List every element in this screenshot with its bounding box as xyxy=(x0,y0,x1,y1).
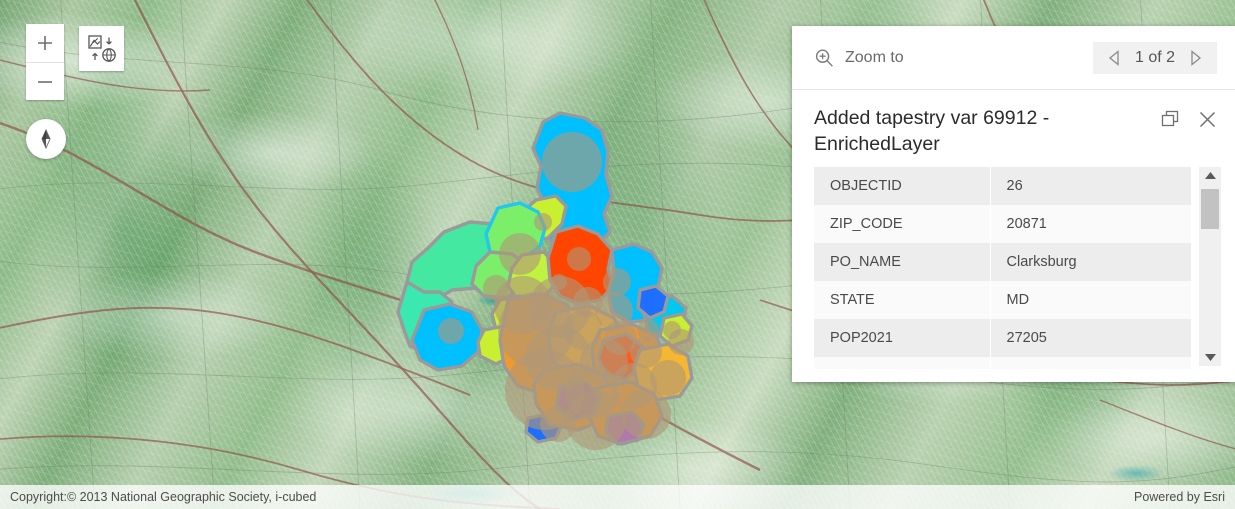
feature-popup: Zoom to 1 of 2 Added tapestry var 69912 … xyxy=(792,26,1235,382)
zoom-controls xyxy=(26,24,64,100)
triangle-up-icon xyxy=(1204,172,1216,180)
field-value: MD xyxy=(1006,292,1030,309)
field-value: 20871 xyxy=(1006,216,1047,233)
dock-popup-button[interactable] xyxy=(1161,110,1180,129)
map-viewer-app: Copyright:© 2013 National Geographic Soc… xyxy=(0,0,1235,509)
popup-title-actions xyxy=(1161,106,1217,129)
field-name: PO_NAME xyxy=(814,243,991,282)
dock-windows-icon xyxy=(1161,110,1179,127)
popup-title: Added tapestry var 69912 - EnrichedLayer xyxy=(814,107,1050,155)
proportional-circle xyxy=(542,132,602,192)
field-value: Clarksburg xyxy=(1006,254,1077,271)
field-name: OBJECTID xyxy=(814,167,991,206)
zoom-out-button[interactable] xyxy=(26,62,64,100)
field-name: STATE xyxy=(814,281,991,320)
next-feature-button[interactable] xyxy=(1188,49,1203,66)
scrollbar-track[interactable] xyxy=(1199,185,1221,348)
field-value: 26 xyxy=(1006,178,1023,195)
popup-nav-bar: Zoom to 1 of 2 xyxy=(792,26,1235,90)
triangle-left-icon xyxy=(1108,49,1119,66)
attribute-table-scrollbar[interactable] xyxy=(1199,167,1221,366)
previous-feature-button[interactable] xyxy=(1107,49,1122,66)
zoom-in-button[interactable] xyxy=(26,24,64,62)
proportional-circle xyxy=(567,247,591,271)
compass-button[interactable] xyxy=(26,119,66,159)
close-x-icon xyxy=(1199,111,1216,128)
zip-polygon xyxy=(636,284,670,320)
attribute-table: OBJECTID 26 ZIP_CODE 20871 PO_NAME Clark… xyxy=(814,167,1191,370)
table-row[interactable]: POP2021 27205 xyxy=(814,319,1191,358)
proportional-circle xyxy=(438,318,464,344)
table-row[interactable]: STATE MD xyxy=(814,281,1191,320)
table-row[interactable]: OBJECTID 26 xyxy=(814,167,1191,206)
field-name: POP2021 xyxy=(814,319,991,358)
popup-pagination: 1 of 2 xyxy=(1092,41,1217,74)
proportional-circle xyxy=(668,329,694,355)
field-value: 27205 xyxy=(1006,330,1047,347)
attribute-table-body: OBJECTID 26 ZIP_CODE 20871 PO_NAME Clark… xyxy=(814,167,1191,370)
popup-title-row: Added tapestry var 69912 - EnrichedLayer xyxy=(792,90,1235,167)
proportional-circle xyxy=(499,233,541,275)
attribution-bar: Copyright:© 2013 National Geographic Soc… xyxy=(0,485,1235,509)
zoom-to-label: Zoom to xyxy=(845,48,904,66)
close-popup-button[interactable] xyxy=(1198,110,1217,129)
scroll-up-button[interactable] xyxy=(1204,171,1217,180)
pagination-label: 1 of 2 xyxy=(1134,48,1175,66)
scrollbar-thumb[interactable] xyxy=(1201,189,1219,230)
add-data-button[interactable] xyxy=(79,26,124,71)
table-row-partial[interactable] xyxy=(814,357,1191,370)
proportional-circle xyxy=(540,406,576,442)
triangle-down-icon xyxy=(1204,354,1216,361)
plus-icon xyxy=(38,36,52,50)
zoom-to-button[interactable]: Zoom to xyxy=(814,48,904,68)
magnifier-plus-icon xyxy=(815,48,833,67)
attribution-left-text: Copyright:© 2013 National Geographic Soc… xyxy=(10,490,317,504)
field-name: ZIP_CODE xyxy=(814,205,991,244)
table-row[interactable]: PO_NAME Clarksburg xyxy=(814,243,1191,282)
minus-icon xyxy=(38,80,52,83)
scroll-down-button[interactable] xyxy=(1204,353,1217,362)
attribute-table-area: OBJECTID 26 ZIP_CODE 20871 PO_NAME Clark… xyxy=(792,167,1235,382)
compass-needle-icon xyxy=(41,128,51,150)
proportional-circle xyxy=(603,268,631,296)
attribution-right-text[interactable]: Powered by Esri xyxy=(1134,490,1225,504)
add-data-globe-icon xyxy=(87,34,116,62)
proportional-circle xyxy=(534,213,552,231)
triangle-right-icon xyxy=(1191,49,1202,66)
proportional-circle xyxy=(621,389,671,439)
table-row[interactable]: ZIP_CODE 20871 xyxy=(814,205,1191,244)
proportional-circle xyxy=(650,360,686,396)
